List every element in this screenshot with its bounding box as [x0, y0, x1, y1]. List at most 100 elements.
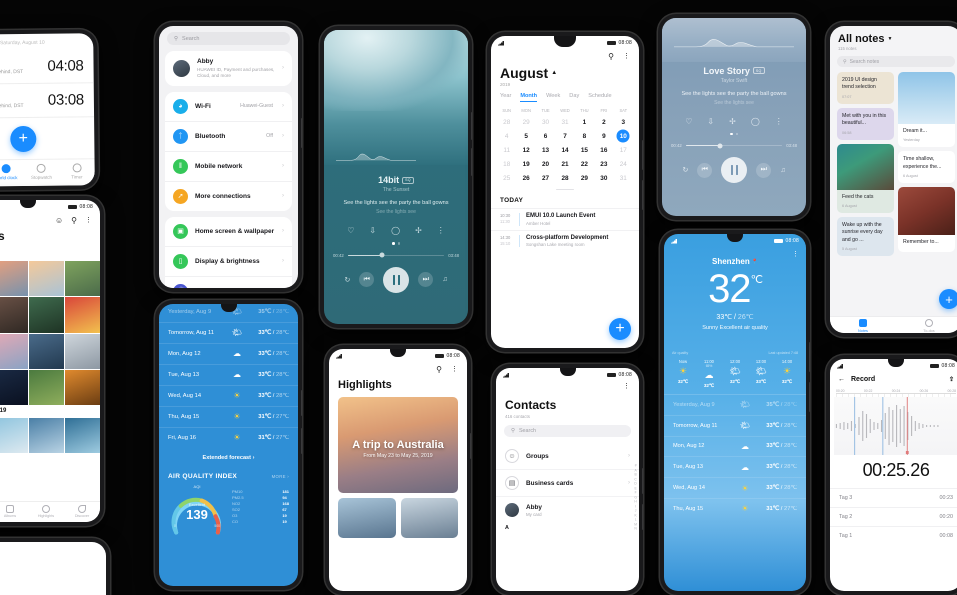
photo-thumb[interactable]	[28, 418, 64, 454]
day-cell[interactable]: 6	[536, 129, 555, 143]
tab-albums[interactable]: Albums	[0, 504, 28, 518]
day-cell[interactable]: 13	[536, 143, 555, 157]
day-cell[interactable]: 1	[575, 115, 594, 129]
slider-knob[interactable]	[379, 252, 385, 258]
day-cell[interactable]: 28	[497, 115, 516, 129]
sidebar-item-bluetooth[interactable]: ᛏ Bluetooth Off ›	[165, 120, 292, 151]
day-cell[interactable]: 31	[555, 115, 574, 129]
forecast-row[interactable]: Tomorrow, Aug 11 🌤 33℃ / 28℃	[159, 321, 298, 343]
photo-thumb[interactable]	[64, 261, 100, 297]
comment-icon[interactable]: ◯	[751, 117, 760, 126]
hour-cell[interactable]: 14:00 ☀ 32℃	[774, 359, 800, 389]
day-cell[interactable]: 4	[497, 129, 516, 143]
note-card[interactable]: 2019 UI design trend selection 07:07	[837, 72, 894, 104]
sidebar-item-display[interactable]: ▯ Display & brightness ›	[165, 245, 292, 276]
contacts-row-groups[interactable]: ☺ Groups ›	[496, 443, 639, 470]
tab-year[interactable]: Year	[500, 93, 511, 99]
tab-timer[interactable]: Timer	[59, 163, 95, 179]
calendar-event[interactable]: 14:30 15:10 Cross-platform Development S…	[491, 229, 639, 252]
day-cell[interactable]: 31	[614, 172, 633, 186]
contacts-row-business-cards[interactable]: ▤ Business cards ›	[496, 470, 639, 497]
photo-thumb[interactable]	[0, 333, 28, 369]
search-icon[interactable]: ⚲	[71, 216, 77, 225]
pause-icon[interactable]	[383, 266, 410, 293]
day-cell[interactable]: 27	[536, 172, 555, 186]
day-cell[interactable]: 3	[614, 115, 633, 129]
forecast-row[interactable]: Wed, Aug 14 ☀ 33℃ / 28℃	[159, 384, 298, 406]
tab-notes[interactable]: Notes	[830, 317, 896, 333]
day-cell[interactable]: 12	[516, 143, 535, 157]
more-icon[interactable]: ⋮	[775, 117, 783, 126]
world-clock-row[interactable]: London Today, 7 hours behind, DST 03:08	[0, 83, 95, 119]
day-cell[interactable]: 20	[536, 158, 555, 172]
day-cell[interactable]: 29	[516, 115, 535, 129]
settings-search-input[interactable]: ⚲ Search	[167, 32, 290, 45]
arrow-left-icon[interactable]: ←	[838, 376, 845, 383]
photo-thumb[interactable]	[0, 418, 28, 454]
month-selector[interactable]: August ▲	[491, 61, 639, 81]
tag-row[interactable]: Tag 3 00:23	[830, 488, 957, 507]
photo-thumb[interactable]	[28, 261, 64, 297]
tab-discover[interactable]: Discover	[64, 504, 100, 518]
tab-week[interactable]: Week	[546, 93, 560, 99]
day-cell[interactable]: 8	[575, 129, 594, 143]
forecast-row[interactable]: Tomorrow, Aug 11 🌤 33℃ / 28℃	[664, 414, 806, 436]
photo-thumb[interactable]	[0, 369, 28, 405]
world-clock-row[interactable]: Paris Today, 6 hours behind, DST 04:08	[0, 49, 94, 85]
next-icon[interactable]: ⏭	[756, 162, 772, 178]
tab-world-clock[interactable]: World clock	[0, 164, 24, 180]
highlight-hero-card[interactable]: A trip to Australia From May 23 to May 2…	[338, 397, 458, 493]
day-cell[interactable]: 25	[497, 172, 516, 186]
photo-thumb[interactable]	[0, 261, 28, 297]
note-card[interactable]: Met with you in this beautiful... 06:58	[837, 107, 894, 140]
day-cell[interactable]: 29	[575, 172, 594, 186]
more-icon[interactable]: ⋮	[792, 250, 799, 258]
photo-thumb[interactable]	[64, 369, 100, 405]
photo-thumb[interactable]	[64, 297, 100, 333]
download-icon[interactable]: ⇩	[707, 117, 714, 126]
playlist-icon[interactable]: ♫	[442, 276, 447, 283]
note-card[interactable]: Dream it... Yesterday	[898, 72, 955, 148]
day-cell[interactable]: 2	[594, 115, 613, 129]
tag-row[interactable]: Tag 1 00:08	[830, 526, 957, 545]
tag-row[interactable]: Tag 2 00:20	[830, 507, 957, 526]
progress-slider[interactable]	[685, 143, 783, 149]
more-icon[interactable]: ⋮	[623, 52, 630, 61]
day-cell[interactable]: 23	[594, 158, 613, 172]
more-icon[interactable]: ⋮	[623, 382, 630, 390]
progress-slider[interactable]	[347, 252, 445, 258]
tab-schedule[interactable]: Schedule	[588, 93, 611, 99]
photo-thumb[interactable]	[28, 297, 64, 333]
note-card[interactable]: Feed the cats 6 August	[837, 143, 894, 213]
tab-todos[interactable]: To-dos	[896, 317, 957, 333]
hour-cell[interactable]: Now ☀ 32℃	[670, 359, 696, 389]
add-city-button[interactable]: +	[10, 125, 37, 152]
sidebar-item-home-screen[interactable]: ▣ Home screen & wallpaper ›	[165, 217, 292, 246]
day-cell[interactable]: 28	[555, 172, 574, 186]
add-event-button[interactable]: +	[609, 318, 631, 340]
sidebar-item-more-connections[interactable]: ➚ More connections ›	[165, 180, 292, 211]
day-cell[interactable]: 11	[497, 143, 516, 157]
hour-cell[interactable]: 11:00 65% ☁ 32℃	[696, 359, 722, 389]
note-card[interactable]: Time shallow, experience the... 6 August	[898, 151, 955, 184]
share-icon[interactable]: ⇪	[949, 376, 954, 383]
photo-thumb[interactable]	[64, 418, 100, 454]
more-icon[interactable]: ⋮	[451, 365, 458, 374]
waveform-display[interactable]	[834, 397, 957, 455]
forecast-row[interactable]: Yesterday, Aug 9 🌤 35℃ / 28℃	[664, 395, 806, 415]
day-cell[interactable]: 30	[594, 172, 613, 186]
previous-icon[interactable]: ⏮	[359, 272, 375, 288]
tab-month[interactable]: Month	[520, 93, 537, 102]
day-cell[interactable]: 21	[555, 158, 574, 172]
photo-thumb[interactable]	[0, 297, 28, 333]
day-cell[interactable]: 22	[575, 158, 594, 172]
sidebar-item-mobile-network[interactable]: ‖ Mobile network ›	[165, 150, 292, 181]
extended-forecast-link[interactable]: Extended forecast ›	[159, 448, 298, 469]
day-cell[interactable]: 7	[555, 129, 574, 143]
day-cell[interactable]: 26	[516, 172, 535, 186]
photo-thumb[interactable]	[28, 369, 64, 405]
day-cell[interactable]: 18	[497, 158, 516, 172]
add-note-button[interactable]: +	[939, 289, 957, 309]
calendar-event[interactable]: 10:30 11:30 EMUI 10.0 Launch Event Amber…	[491, 208, 639, 230]
repeat-icon[interactable]: ↻	[344, 276, 350, 284]
